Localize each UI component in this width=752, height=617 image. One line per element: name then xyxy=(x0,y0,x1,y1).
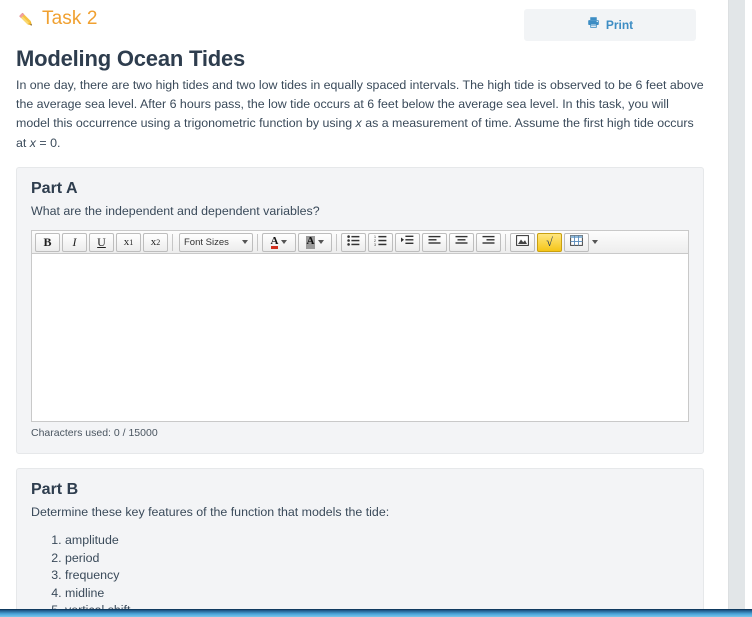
indent-button[interactable] xyxy=(395,232,420,252)
part-b-feature-list: amplitude period frequency midline verti… xyxy=(31,532,689,609)
svg-text:3: 3 xyxy=(374,243,376,246)
print-button[interactable]: Print xyxy=(524,9,696,41)
chevron-down-icon xyxy=(281,240,288,245)
list-item: amplitude xyxy=(65,532,689,549)
part-b-prompt: Determine these key features of the func… xyxy=(31,505,390,520)
align-right-button[interactable] xyxy=(476,232,501,252)
font-sizes-select[interactable]: Font Sizes xyxy=(179,232,253,252)
intro-text-3: = 0. xyxy=(35,135,61,150)
part-b-title: Part B xyxy=(31,481,79,499)
subscript-button[interactable]: x2 xyxy=(143,232,168,252)
browser-viewport: Task 2 Print Modeling Ocean Tides In one… xyxy=(0,0,752,617)
task-title: Task 2 xyxy=(16,8,98,30)
task-page: Task 2 Print Modeling Ocean Tides In one… xyxy=(0,0,728,609)
list-item: frequency xyxy=(65,567,689,584)
part-a-prompt: What are the independent and dependent v… xyxy=(31,203,320,218)
task-label-text: Task 2 xyxy=(42,8,98,29)
indent-icon xyxy=(401,235,414,249)
chevron-down-icon xyxy=(242,240,248,245)
bullet-list-icon xyxy=(347,235,360,249)
align-right-icon xyxy=(482,235,495,249)
insert-table-control[interactable] xyxy=(564,232,598,252)
printer-icon xyxy=(587,16,600,34)
task-description: In one day, there are two high tides and… xyxy=(16,76,704,153)
list-item: midline xyxy=(65,585,689,602)
part-a-text-area[interactable] xyxy=(32,254,688,422)
insert-math-button[interactable]: √ xyxy=(537,232,562,252)
list-item: vertical shift xyxy=(65,602,689,609)
underline-button[interactable]: U xyxy=(89,232,114,252)
numbered-list-button[interactable]: 123 xyxy=(368,232,393,252)
toolbar-separator xyxy=(505,233,506,251)
chevron-down-icon xyxy=(318,240,325,245)
text-color-button[interactable]: A xyxy=(262,232,296,252)
insert-image-button[interactable] xyxy=(510,232,535,252)
part-a-toolbar: B I U x1 x2 Font Sizes A A 1 2 3 √ xyxy=(32,231,688,255)
chevron-down-icon xyxy=(592,240,598,245)
page-title: Modeling Ocean Tides xyxy=(16,46,246,71)
toolbar-separator xyxy=(172,233,173,251)
toolbar-separator xyxy=(257,233,258,251)
os-taskbar xyxy=(0,609,752,617)
part-a-character-count: Characters used: 0 / 15000 xyxy=(31,427,158,440)
align-left-button[interactable] xyxy=(422,232,447,252)
page-header: Task 2 Print xyxy=(8,6,712,44)
insert-table-button[interactable] xyxy=(564,232,589,252)
part-b-card: Part B Determine these key features of t… xyxy=(16,468,704,609)
superscript-exponent: 1 xyxy=(129,237,134,247)
background-color-glyph: A xyxy=(305,234,316,249)
toolbar-separator xyxy=(336,233,337,251)
text-color-glyph: A xyxy=(270,234,279,249)
superscript-button[interactable]: x1 xyxy=(116,232,141,252)
background-color-button[interactable]: A xyxy=(298,232,332,252)
insert-table-icon xyxy=(570,235,583,249)
pencil-icon xyxy=(16,10,36,30)
subscript-index: 2 xyxy=(156,237,161,247)
align-center-button[interactable] xyxy=(449,232,474,252)
print-button-label: Print xyxy=(605,18,634,32)
part-a-editor: B I U x1 x2 Font Sizes A A 1 2 3 √ xyxy=(31,230,689,423)
part-a-title: Part A xyxy=(31,179,78,197)
bullet-list-button[interactable] xyxy=(341,232,366,252)
italic-button[interactable]: I xyxy=(62,232,87,252)
list-item: period xyxy=(65,550,689,567)
insert-image-icon xyxy=(516,235,529,249)
bold-button[interactable]: B xyxy=(35,232,60,252)
right-gutter xyxy=(745,0,752,609)
numbered-list-icon: 123 xyxy=(374,235,387,249)
font-sizes-label: Font Sizes xyxy=(184,236,229,248)
align-left-icon xyxy=(428,235,441,249)
part-a-card: Part A What are the independent and depe… xyxy=(16,166,704,455)
align-center-icon xyxy=(455,235,468,249)
vertical-scrollbar[interactable] xyxy=(728,0,745,609)
